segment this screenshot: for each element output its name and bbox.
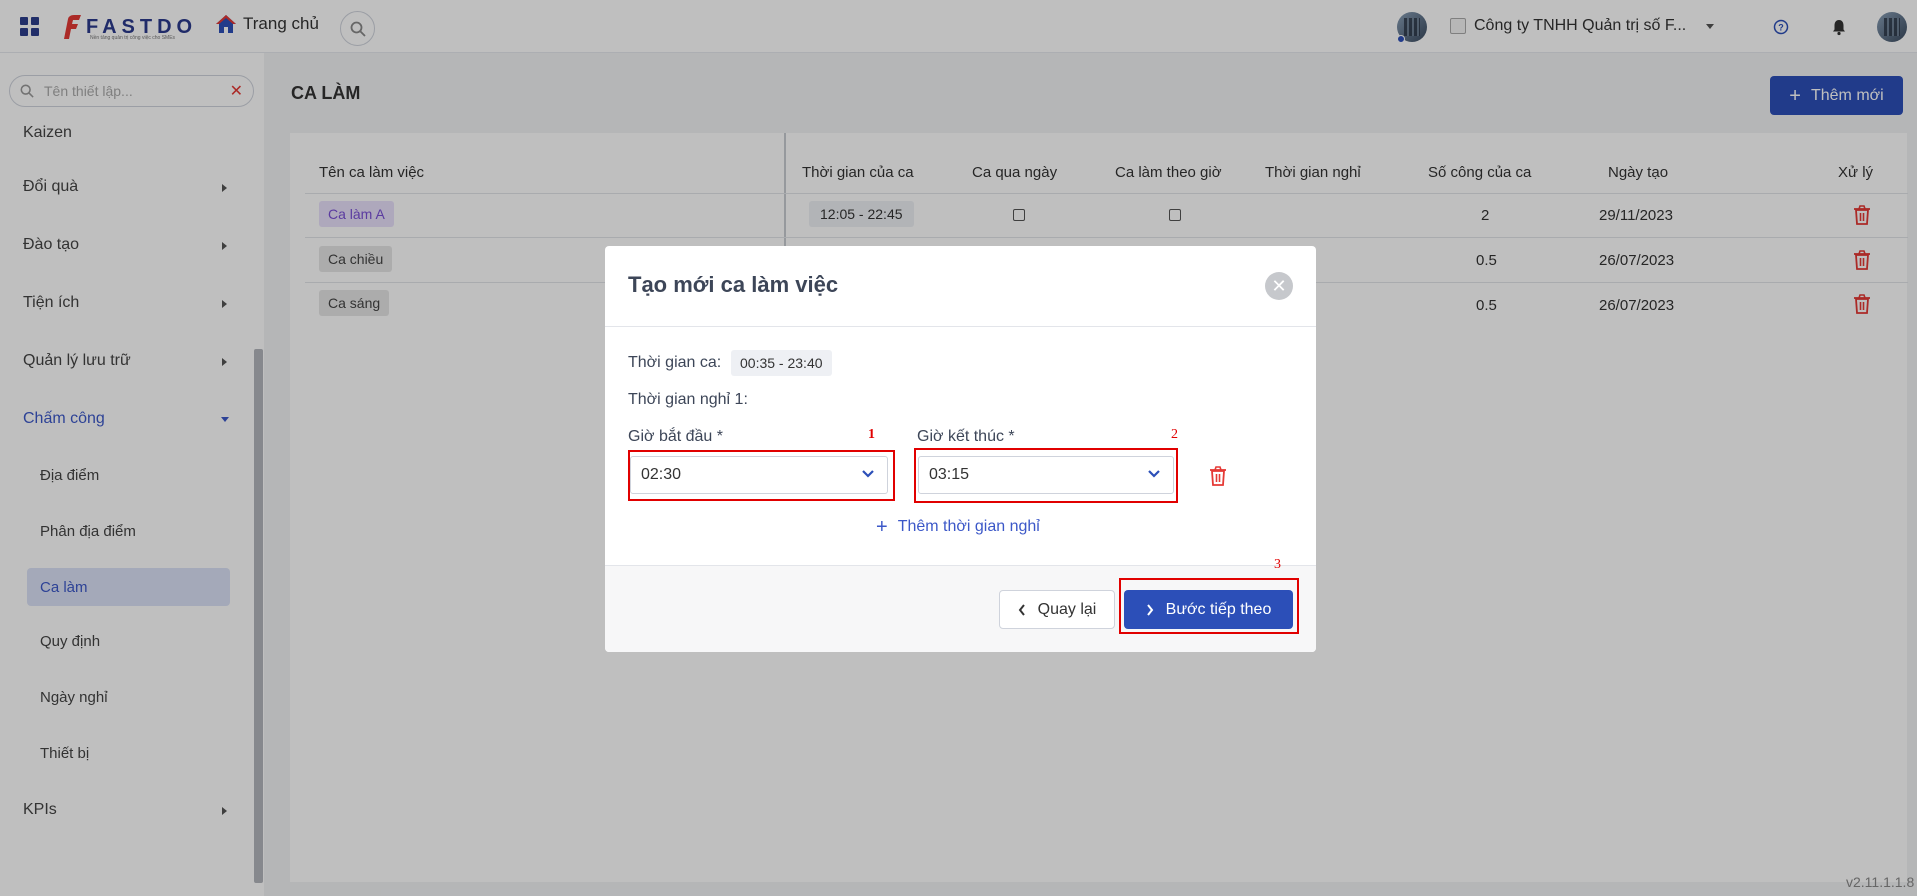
chevron-left-icon: [1018, 603, 1025, 616]
back-label: Quay lại: [1037, 600, 1097, 618]
add-break-button[interactable]: + Thêm thời gian nghỉ: [876, 516, 1040, 538]
shift-time-label: Thời gian ca:: [628, 354, 722, 371]
start-time-label: Giờ bắt đầu *: [628, 428, 723, 445]
annotation-number-1: 1: [868, 427, 875, 442]
back-button[interactable]: Quay lại: [999, 590, 1115, 629]
modal-title: Tạo mới ca làm việc: [628, 272, 839, 297]
annotation-number-2: 2: [1171, 427, 1178, 442]
shift-time-value: 00:35 - 23:40: [731, 350, 832, 376]
annotation-number-3: 3: [1274, 557, 1281, 572]
break-label: Thời gian nghỉ 1:: [628, 391, 748, 408]
annotation-box-end-time: [914, 448, 1178, 503]
delete-break-icon[interactable]: [1209, 466, 1227, 486]
end-time-label: Giờ kết thúc *: [917, 428, 1015, 445]
modal-header: Tạo mới ca làm việc ✕: [605, 246, 1316, 327]
close-icon[interactable]: ✕: [1265, 272, 1293, 300]
annotation-box-next-button: [1119, 578, 1299, 634]
plus-icon: +: [876, 516, 888, 538]
add-break-label: Thêm thời gian nghỉ: [897, 518, 1040, 535]
annotation-box-start-time: [628, 450, 895, 501]
